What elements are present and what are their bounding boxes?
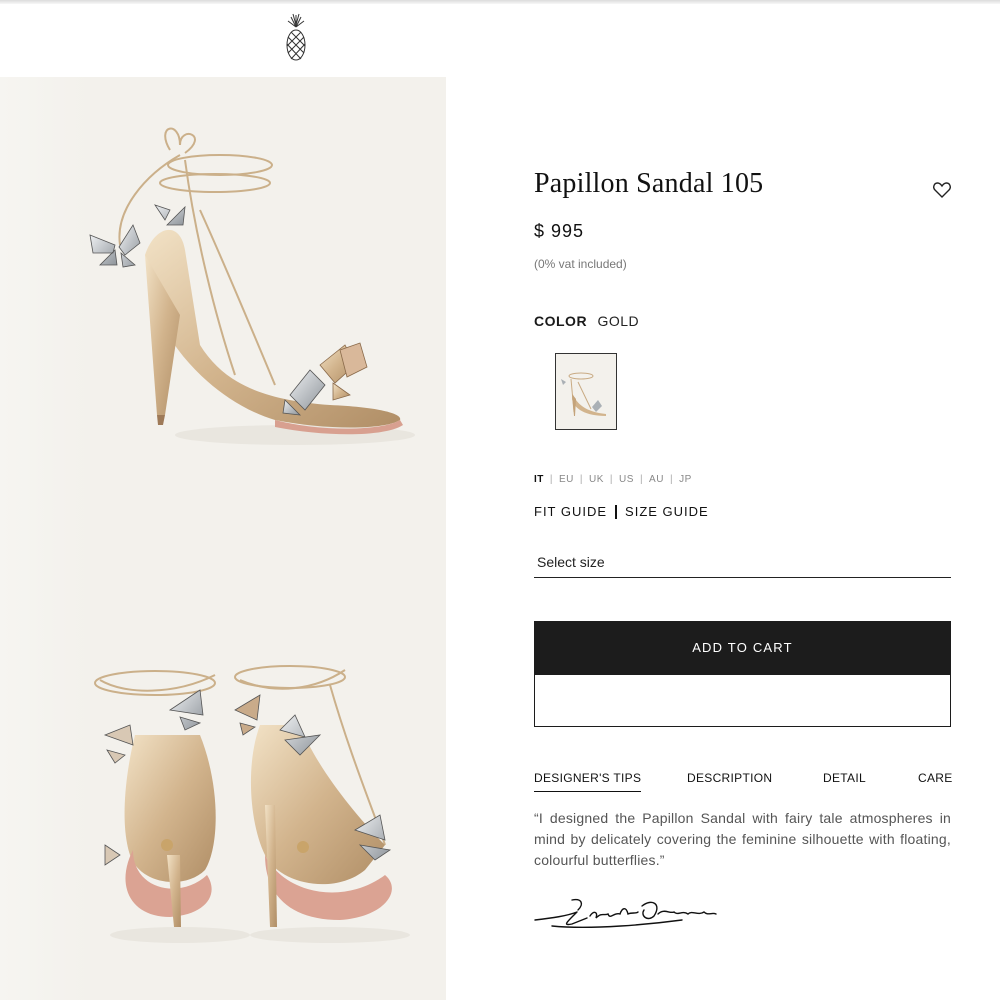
product-info-tabs: DESIGNER'S TIPS DESCRIPTION DETAIL CARE: [534, 771, 953, 795]
separator: |: [669, 474, 674, 485]
heart-icon[interactable]: [932, 180, 952, 200]
separator: |: [579, 474, 584, 485]
sandal-back-pair-image[interactable]: [85, 655, 425, 950]
size-guide-link[interactable]: SIZE GUIDE: [625, 504, 709, 519]
color-label: COLOR: [534, 313, 588, 329]
product-title: Papillon Sandal 105: [534, 168, 764, 199]
secondary-action-button[interactable]: [534, 674, 951, 727]
separator: |: [549, 474, 553, 485]
vat-note: (0% vat included): [534, 257, 627, 271]
color-value: GOLD: [597, 313, 640, 329]
guide-divider: [615, 504, 618, 519]
product-price: $ 995: [534, 221, 585, 241]
add-to-cart-button[interactable]: ADD TO CART: [534, 621, 951, 674]
tab-care[interactable]: CARE: [918, 771, 953, 785]
gallery-edge-shade: [0, 77, 90, 1000]
color-swatch-gold[interactable]: [555, 353, 617, 430]
size-system-eu[interactable]: EU: [559, 474, 574, 485]
size-select-placeholder: Select size: [537, 554, 605, 570]
size-select[interactable]: Select size: [534, 550, 951, 578]
designer-quote: “I designed the Papillon Sandal with fai…: [534, 810, 951, 868]
tab-detail[interactable]: DETAIL: [823, 771, 866, 785]
swatch-sandal-thumbnail: [561, 372, 606, 416]
sandal-side-view-image[interactable]: [85, 115, 415, 465]
tab-description[interactable]: DESCRIPTION: [687, 771, 772, 785]
tab-designers-tips[interactable]: DESIGNER'S TIPS: [534, 771, 642, 792]
top-bar: [0, 0, 1000, 4]
fit-guide-link[interactable]: FIT GUIDE: [534, 504, 607, 519]
size-system-selector: IT | EU | UK | US | AU | JP: [534, 474, 692, 485]
size-system-jp[interactable]: JP: [679, 474, 692, 485]
size-system-au[interactable]: AU: [649, 474, 664, 485]
separator: |: [609, 474, 614, 485]
pineapple-logo-icon[interactable]: [283, 13, 309, 63]
size-system-us[interactable]: US: [619, 474, 634, 485]
guide-links: FIT GUIDE SIZE GUIDE: [534, 504, 709, 519]
size-system-uk[interactable]: UK: [589, 474, 604, 485]
designer-signature: [534, 898, 717, 929]
size-system-it[interactable]: IT: [534, 474, 544, 485]
color-row: COLOR GOLD: [534, 313, 639, 329]
separator: |: [639, 474, 644, 485]
